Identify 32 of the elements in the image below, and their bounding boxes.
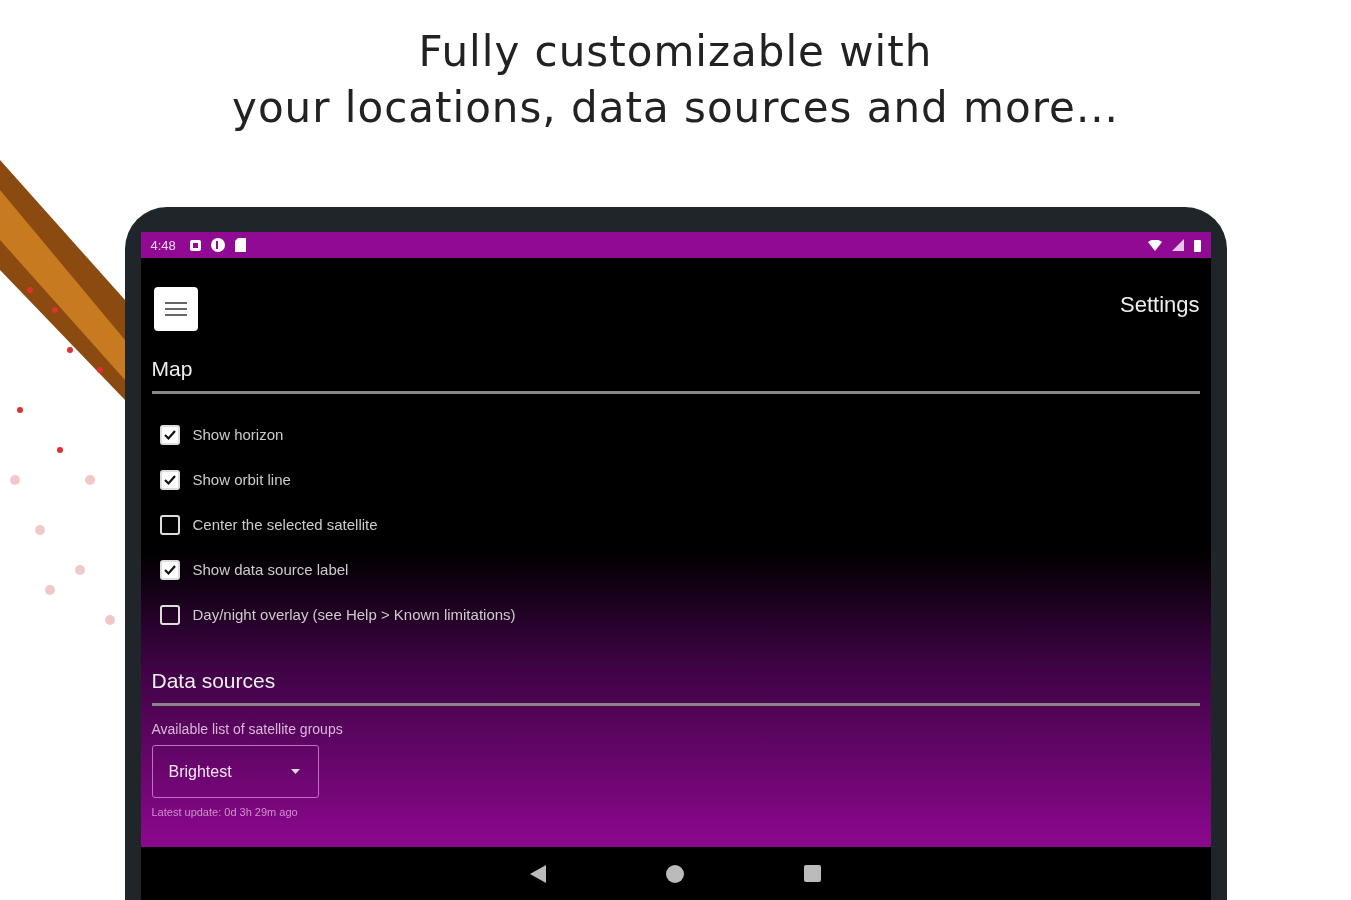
battery-icon [1193, 238, 1201, 252]
back-icon[interactable] [530, 864, 546, 883]
checkbox-label: Show orbit line [192, 471, 291, 488]
checkbox[interactable] [159, 514, 180, 535]
notification-icon [189, 239, 201, 251]
checkbox-label: Center the selected satellite [192, 516, 378, 533]
checkbox-label: Day/night overlay (see Help > Known limitations) [192, 606, 516, 623]
signal-icon [1171, 239, 1184, 251]
check-icon [162, 473, 177, 486]
sd-card-icon [234, 238, 246, 252]
checkbox[interactable] [159, 424, 180, 445]
home-icon[interactable] [666, 864, 684, 883]
check-icon [162, 563, 177, 576]
checkbox-label: Show data source label [192, 561, 349, 578]
checkbox[interactable] [159, 604, 180, 625]
wifi-icon [1147, 239, 1162, 251]
field-label: Available list of satellite groups [151, 721, 344, 737]
headline: Fully customizable with your locations, data sources and more... [232, 26, 1119, 134]
screen-title: Settings [1120, 292, 1200, 318]
circle-icon [210, 238, 225, 252]
caret-icon [290, 769, 300, 774]
update-note: Latest update: 0d 3h 29m ago [151, 806, 299, 818]
menu-button[interactable] [153, 287, 198, 331]
status-time: 4:48 [150, 237, 176, 253]
section-title: Data sources [151, 669, 277, 693]
checkbox[interactable] [159, 469, 180, 490]
checkbox[interactable] [159, 559, 180, 580]
menu-icon [164, 301, 187, 317]
check-icon [162, 428, 177, 441]
group-dropdown[interactable]: Brightest [151, 745, 319, 798]
section-title: Map [151, 357, 194, 381]
checkbox-label: Show horizon [192, 426, 284, 443]
